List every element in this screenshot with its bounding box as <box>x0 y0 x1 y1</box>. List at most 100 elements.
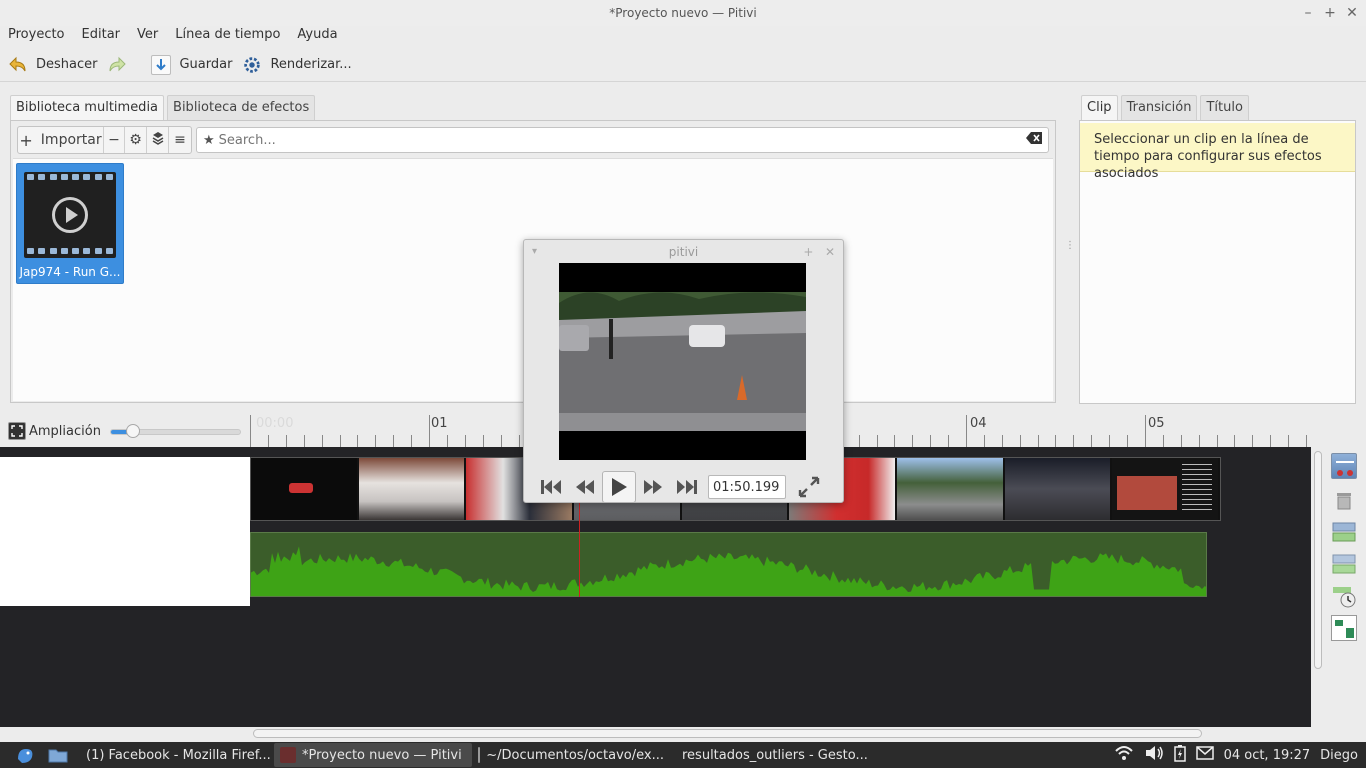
fast-forward-button[interactable] <box>636 472 670 502</box>
maximize-icon[interactable]: + <box>1324 0 1336 26</box>
system-tray: 04 oct, 19:27 Diego <box>1114 742 1358 768</box>
terminal-icon <box>478 747 481 763</box>
library-toolbar: + Importar − ⚙ ≡ ★ <box>17 126 1051 154</box>
video-preview <box>559 263 806 460</box>
media-clip-item[interactable]: Jap974 - Run G... <box>16 163 124 284</box>
task-pitivi[interactable]: *Proyecto nuevo — Pitivi <box>274 743 472 767</box>
tab-title[interactable]: Título <box>1200 95 1249 120</box>
user-name[interactable]: Diego <box>1320 748 1358 763</box>
delete-icon[interactable] <box>1331 487 1357 513</box>
search-box[interactable]: ★ <box>196 127 1049 153</box>
menu-linea-de-tiempo[interactable]: Línea de tiempo <box>175 26 280 46</box>
video-thumbnail <box>1112 458 1219 520</box>
skip-to-start-button[interactable] <box>534 472 568 502</box>
ruler-label-01: 01 <box>431 416 448 431</box>
zoom-slider-knob[interactable] <box>126 424 141 438</box>
redo-button[interactable] <box>107 55 135 75</box>
group-clips-icon[interactable] <box>1331 519 1357 545</box>
video-thumbnail <box>897 458 1003 520</box>
app-menu-button[interactable] <box>0 743 42 767</box>
audio-waveform <box>251 546 1206 596</box>
ungroup-clips-icon[interactable] <box>1331 551 1357 577</box>
tab-clip[interactable]: Clip <box>1081 95 1118 120</box>
close-icon[interactable]: ✕ <box>1346 0 1358 26</box>
menu-editar[interactable]: Editar <box>82 26 121 46</box>
task-firefox-label: (1) Facebook - Mozilla Firef... <box>86 747 271 763</box>
audio-clip-track[interactable] <box>250 532 1207 597</box>
list-view-button[interactable]: ≡ <box>169 127 191 153</box>
zoom-control: Ampliación <box>8 421 101 441</box>
render-label: Renderizar... <box>270 57 352 72</box>
tab-effects-library[interactable]: Biblioteca de efectos <box>167 95 316 120</box>
save-button[interactable]: Guardar <box>151 54 232 75</box>
star-icon: ★ <box>203 132 215 148</box>
gear-icon: ⚙ <box>129 132 142 148</box>
viewer-menu-icon[interactable]: ▾ <box>532 240 537 264</box>
clip-info-message: Seleccionar un clip en la línea de tiemp… <box>1080 123 1355 181</box>
timecode-field[interactable] <box>708 475 786 499</box>
play-button[interactable] <box>602 471 636 503</box>
tab-media-library[interactable]: Biblioteca multimedia <box>10 95 165 120</box>
undo-button[interactable]: Deshacer <box>8 55 97 75</box>
viewer-close-icon[interactable]: ✕ <box>825 245 835 259</box>
wifi-icon[interactable] <box>1114 745 1134 765</box>
viewer-window: ▾ pitivi + ✕ <box>523 239 844 503</box>
mail-icon[interactable] <box>1195 746 1214 764</box>
task-file-manager[interactable]: resultados_outliers - Gesto... <box>670 743 868 767</box>
zoom-slider[interactable] <box>110 424 241 438</box>
skip-to-end-button[interactable] <box>670 472 704 502</box>
align-clips-clock-icon[interactable] <box>1331 583 1357 609</box>
file-manager-launcher[interactable] <box>42 743 74 767</box>
ruler-label-04: 04 <box>970 416 987 431</box>
main-toolbar: Deshacer Guardar Renderizar... <box>0 48 1366 82</box>
rewind-button[interactable] <box>568 472 602 502</box>
split-clip-icon[interactable] <box>1331 453 1357 479</box>
video-thumbnail <box>1004 458 1111 520</box>
battery-icon[interactable] <box>1173 744 1186 766</box>
media-clip-label: Jap974 - Run G... <box>19 265 121 279</box>
library-tabs: Biblioteca multimedia Biblioteca de efec… <box>10 95 318 120</box>
task-firefox[interactable]: (1) Facebook - Mozilla Firef... <box>74 743 274 767</box>
ruler-ghost-label: 00:00 <box>256 416 294 431</box>
minimize-icon[interactable]: – <box>1302 0 1314 26</box>
task-terminal[interactable]: ~/Documentos/octavo/ex... <box>472 743 670 767</box>
insert-at-end-button[interactable] <box>147 127 169 153</box>
task-file-manager-label: resultados_outliers - Gesto... <box>682 747 868 763</box>
import-label: Importar <box>40 132 102 148</box>
menu-ver[interactable]: Ver <box>137 26 158 46</box>
redo-icon <box>107 55 127 75</box>
window-controls: – + ✕ <box>1302 0 1358 26</box>
fast-forward-icon <box>644 480 662 494</box>
xfce-mouse-icon <box>18 749 33 763</box>
render-button[interactable]: Renderizar... <box>242 55 352 75</box>
timeline-vertical-scrollbar[interactable] <box>1314 451 1322 669</box>
window-title: *Proyecto nuevo — Pitivi <box>609 6 757 20</box>
play-icon <box>612 478 627 496</box>
clip-properties-button[interactable]: ⚙ <box>125 127 147 153</box>
tab-transition[interactable]: Transición <box>1120 95 1198 120</box>
zoom-fit-icon[interactable] <box>8 422 26 440</box>
search-input[interactable] <box>218 132 1026 148</box>
remove-clip-button[interactable]: − <box>104 127 125 153</box>
video-thumbnail <box>251 458 357 520</box>
viewer-titlebar[interactable]: ▾ pitivi + ✕ <box>524 240 843 264</box>
viewer-maximize-icon[interactable]: + <box>803 245 813 259</box>
clock[interactable]: 04 oct, 19:27 <box>1224 748 1311 763</box>
video-thumbnail <box>358 458 465 520</box>
menu-ayuda[interactable]: Ayuda <box>297 26 337 46</box>
pane-resize-handle[interactable]: ⋮ <box>1065 240 1075 251</box>
folder-icon <box>48 749 68 763</box>
title-bar: *Proyecto nuevo — Pitivi – + ✕ <box>0 0 1366 26</box>
fullscreen-button[interactable] <box>792 472 826 502</box>
menu-bar: Proyecto Editar Ver Línea de tiempo Ayud… <box>0 26 1366 46</box>
skip-end-icon <box>677 480 697 494</box>
volume-icon[interactable] <box>1144 745 1164 765</box>
import-button[interactable]: + Importar <box>18 127 104 153</box>
menu-proyecto[interactable]: Proyecto <box>8 26 65 46</box>
clear-search-icon[interactable] <box>1026 132 1042 148</box>
snap-icon[interactable] <box>1331 615 1357 641</box>
video-file-icon <box>24 172 116 258</box>
timeline-horizontal-scrollbar[interactable] <box>253 729 1202 738</box>
clip-panel-tabs: Clip Transición Título <box>1081 95 1252 120</box>
rewind-icon <box>576 480 594 494</box>
